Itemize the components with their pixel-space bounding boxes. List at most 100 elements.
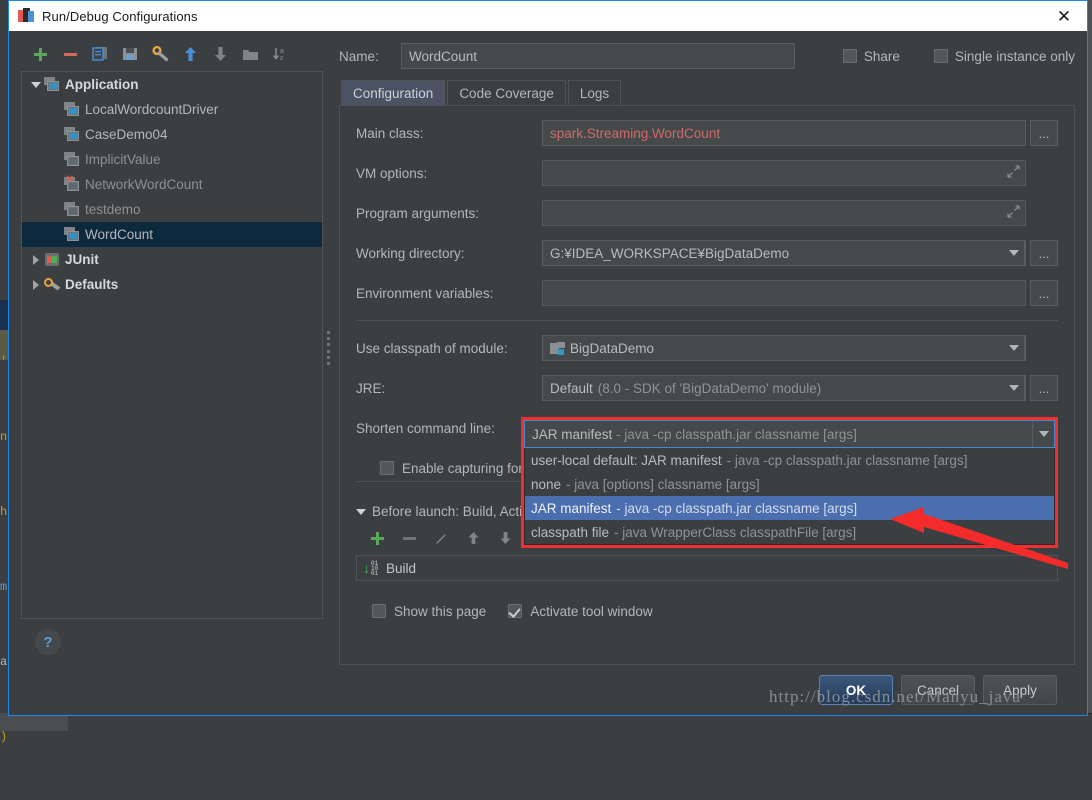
show-this-page-checkbox-box (372, 604, 386, 618)
configurations-toolbar: a z (21, 39, 323, 69)
jre-value-detail: (8.0 - SDK of 'BigDataDemo' module) (598, 381, 822, 396)
use-classpath-of-module-label: Use classpath of module: (356, 341, 542, 356)
shorten-command-line-combo[interactable]: JAR manifest - java -cp classpath.jar cl… (524, 420, 1055, 448)
dropdown-option-main: classpath file (531, 525, 609, 540)
dropdown-option-jar-manifest[interactable]: JAR manifest - java -cp classpath.jar cl… (525, 496, 1054, 520)
help-row: ? (21, 619, 323, 665)
chevron-right-icon[interactable] (28, 252, 44, 268)
help-button[interactable]: ? (35, 629, 61, 655)
use-classpath-of-module-row: Use classpath of module: BigDataDemo (356, 333, 1058, 363)
environment-variables-input[interactable] (542, 280, 1026, 306)
dropdown-option-none[interactable]: none - java [options] classname [args] (525, 472, 1054, 496)
bl-remove-button[interactable] (394, 525, 424, 551)
dropdown-option-list[interactable]: user-local default: JAR manifest - java … (524, 448, 1055, 545)
environment-variables-browse-button[interactable]: ... (1030, 280, 1058, 306)
share-checkbox-box (843, 49, 857, 63)
wrench-icon[interactable] (145, 41, 175, 67)
activate-tool-window-checkbox-box (508, 604, 522, 618)
vm-options-input[interactable] (542, 160, 1026, 186)
application-icon (44, 77, 62, 93)
chevron-down-icon (356, 509, 366, 515)
share-checkbox[interactable]: Share (843, 49, 900, 64)
folder-icon[interactable] (235, 41, 265, 67)
shorten-command-line-dropdown-arrow-icon[interactable] (1032, 421, 1054, 447)
tree-node[interactable]: NetworkWordCount (22, 172, 322, 197)
copy-configuration-button[interactable] (85, 41, 115, 67)
name-input[interactable] (401, 43, 795, 69)
before-launch-task-list[interactable]: ↓ 011001 Build (356, 555, 1058, 581)
tree-node[interactable]: WordCount (22, 222, 322, 247)
main-class-row: Main class: spark.Streaming.WordCount ..… (356, 118, 1058, 148)
application-icon (64, 202, 82, 218)
tree-node-label: ImplicitValue (85, 152, 161, 167)
dropdown-option-user-local-default[interactable]: user-local default: JAR manifest - java … (525, 448, 1054, 472)
watermark-text: http://blog.csdn.net/Manyu_java (769, 687, 1021, 707)
application-icon (64, 152, 82, 168)
dropdown-option-detail: - java WrapperClass classpathFile [args] (614, 525, 856, 540)
tree-node[interactable]: JUnit (22, 247, 322, 272)
jre-dropdown-arrow-icon[interactable] (1003, 375, 1025, 401)
activate-tool-window-checkbox[interactable]: Activate tool window (508, 604, 652, 619)
tree-node[interactable]: Application (22, 72, 322, 97)
tab-code-coverage[interactable]: Code Coverage (447, 80, 566, 105)
shorten-command-line-dropdown[interactable]: JAR manifest - java -cp classpath.jar cl… (521, 417, 1058, 548)
working-directory-browse-button[interactable]: ... (1030, 240, 1058, 266)
working-directory-combo[interactable]: G:¥IDEA_WORKSPACE¥BigDataDemo (542, 240, 1026, 266)
main-class-input[interactable]: spark.Streaming.WordCount (542, 120, 1026, 146)
expand-arrows-icon[interactable] (1007, 205, 1020, 221)
close-icon[interactable]: ✕ (1041, 1, 1087, 31)
working-directory-label: Working directory: (356, 246, 542, 261)
dialog-footer: OK Cancel Apply http://blog.csdn.net/Man… (9, 665, 1087, 715)
working-directory-dropdown-arrow-icon[interactable] (1003, 240, 1025, 266)
chevron-right-icon[interactable] (28, 277, 44, 293)
save-configuration-button[interactable] (115, 41, 145, 67)
tree-node[interactable]: ImplicitValue (22, 147, 322, 172)
tree-spacer (48, 227, 64, 243)
tree-node[interactable]: CaseDemo04 (22, 122, 322, 147)
show-this-page-checkbox[interactable]: Show this page (372, 604, 486, 619)
run-debug-configurations-dialog: Run/Debug Configurations ✕ (8, 0, 1088, 716)
shorten-command-line-value-detail: - java -cp classpath.jar classname [args… (616, 427, 857, 442)
expand-arrows-icon[interactable] (1007, 165, 1020, 181)
single-instance-label: Single instance only (955, 49, 1075, 64)
shorten-command-line-value: JAR manifest (532, 427, 612, 442)
working-directory-value: G:¥IDEA_WORKSPACE¥BigDataDemo (550, 246, 789, 261)
arrow-down-icon[interactable] (205, 41, 235, 67)
jre-combo[interactable]: Default (8.0 - SDK of 'BigDataDemo' modu… (542, 375, 1026, 401)
idea-logo-icon (18, 8, 34, 24)
configurations-tree[interactable]: Application LocalWordcountDriver CaseDemo0… (21, 71, 323, 619)
bl-move-up-button[interactable] (458, 525, 488, 551)
show-this-page-label: Show this page (394, 604, 486, 619)
arrow-up-icon[interactable] (175, 41, 205, 67)
main-class-browse-button[interactable]: ... (1030, 120, 1058, 146)
tab-logs[interactable]: Logs (568, 80, 621, 105)
pane-splitter[interactable] (323, 31, 333, 665)
add-configuration-button[interactable] (25, 41, 55, 67)
configuration-tab-panel: Main class: spark.Streaming.WordCount ..… (339, 105, 1075, 665)
bl-move-down-button[interactable] (490, 525, 520, 551)
tree-node[interactable]: testdemo (22, 197, 322, 222)
tab-configuration[interactable]: Configuration (341, 80, 445, 105)
application-icon (64, 102, 82, 118)
single-instance-checkbox[interactable]: Single instance only (934, 49, 1075, 64)
use-classpath-of-module-combo[interactable]: BigDataDemo (542, 335, 1026, 361)
program-arguments-row: Program arguments: (356, 198, 1058, 228)
vm-options-label: VM options: (356, 166, 542, 181)
sort-az-icon[interactable]: a z (265, 41, 295, 67)
tree-node[interactable]: Defaults (22, 272, 322, 297)
pencil-icon[interactable] (426, 525, 456, 551)
dropdown-option-detail: - java -cp classpath.jar classname [args… (727, 453, 968, 468)
environment-variables-label: Environment variables: (356, 286, 542, 301)
tree-node-label: LocalWordcountDriver (85, 102, 218, 117)
jre-browse-button[interactable]: ... (1030, 375, 1058, 401)
working-directory-row: Working directory: G:¥IDEA_WORKSPACE¥Big… (356, 238, 1058, 268)
before-launch-task-label: Build (386, 561, 416, 576)
junit-icon (44, 252, 62, 268)
tree-node[interactable]: LocalWordcountDriver (22, 97, 322, 122)
chevron-down-icon[interactable] (28, 77, 44, 93)
remove-configuration-button[interactable] (55, 41, 85, 67)
program-arguments-input[interactable] (542, 200, 1026, 226)
dropdown-option-classpath-file[interactable]: classpath file - java WrapperClass class… (525, 520, 1054, 544)
bl-add-button[interactable] (362, 525, 392, 551)
use-classpath-of-module-dropdown-arrow-icon[interactable] (1003, 335, 1025, 361)
